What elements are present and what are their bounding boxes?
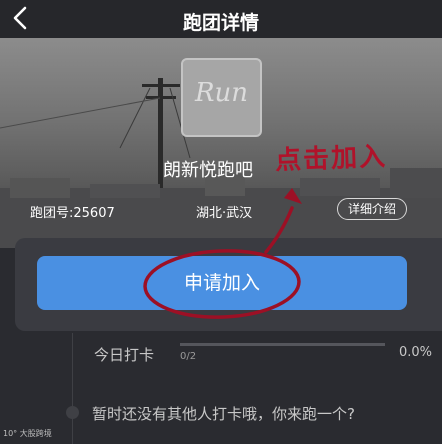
- apply-join-button[interactable]: 申请加入: [37, 256, 407, 310]
- checkin-label: 今日打卡: [94, 346, 155, 364]
- timeline-dot: [66, 406, 79, 419]
- club-location: 湖北·武汉: [196, 206, 253, 221]
- club-id: 跑团号:25607: [30, 206, 115, 221]
- logo-text: Run: [194, 78, 249, 108]
- empty-feed-message: 暂时还没有其他人打卡哦，你来跑一个?: [92, 405, 355, 423]
- club-name: 朗新悦跑吧: [163, 160, 253, 181]
- checkin-progress-bar: [180, 343, 385, 346]
- checkin-count: 0/2: [180, 351, 197, 362]
- nav-bar: 跑团详情: [0, 0, 442, 38]
- watermark: 10° 大股跨境: [3, 429, 52, 438]
- annotation-text: 点击加入: [274, 142, 388, 176]
- checkin-percent: 0.0%: [399, 345, 433, 360]
- page-title: 跑团详情: [182, 12, 259, 34]
- detail-intro-button[interactable]: 详细介绍: [337, 198, 407, 220]
- timeline-line: [72, 333, 73, 444]
- club-logo: Run: [181, 58, 262, 137]
